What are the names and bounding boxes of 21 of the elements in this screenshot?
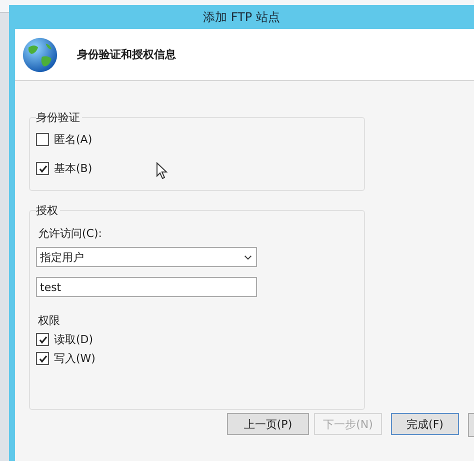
globe-icon [21,36,59,74]
wizard-button[interactable]: 完成(F) [391,413,459,435]
checkbox[interactable] [36,352,49,365]
access-dropdown[interactable]: 指定用户 [36,247,257,267]
checkbox[interactable] [36,133,49,146]
checkbox-label: 匿名(A) [54,132,92,147]
checkbox-label: 写入(W) [54,351,96,366]
caret-icon [244,254,252,260]
group-title: 授权 [36,203,60,218]
user-input-field[interactable]: test [36,277,257,297]
permissions-label: 权限 [38,313,60,328]
window-title: 添加 FTP 站点 [203,8,280,26]
wizard-button[interactable]: 上一页(P) [227,413,309,435]
checkbox-label: 读取(D) [54,332,94,347]
group-title: 身份验证 [36,110,82,125]
mouse-cursor-icon [156,162,168,180]
checkbox-label: 基本(B) [54,161,92,176]
checkbox[interactable] [36,333,49,346]
checkbox[interactable] [36,162,49,175]
page-heading: 身份验证和授权信息 [77,47,176,62]
field-label: 允许访问(C): [38,226,102,241]
